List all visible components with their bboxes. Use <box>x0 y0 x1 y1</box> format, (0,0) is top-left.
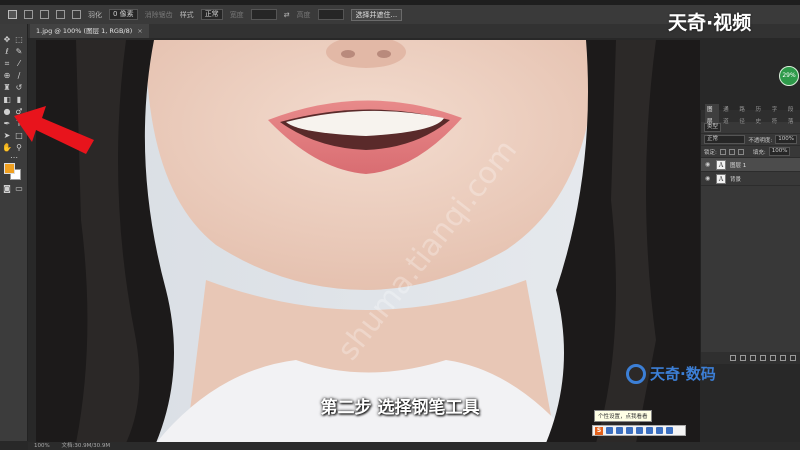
ime-settings-icon[interactable] <box>666 427 673 434</box>
watermark-circle-icon <box>626 363 646 384</box>
red-arrow-pointer <box>14 106 94 154</box>
brand-logo: 天奇·视频 <box>668 12 752 34</box>
ime-tools-icon[interactable] <box>656 427 663 434</box>
ime-skin-icon[interactable] <box>646 427 653 434</box>
sogou-icon[interactable]: S <box>595 426 603 435</box>
tooltip: 个性设置，点我看看 <box>594 410 652 422</box>
ime-punct-icon[interactable] <box>616 427 623 434</box>
progress-badge[interactable]: 29% <box>779 66 799 86</box>
video-subtitle: 第二步 选择钢笔工具 <box>320 398 480 418</box>
watermark-logo: 天奇·数码 <box>626 363 716 384</box>
ime-keyboard-icon[interactable] <box>636 427 643 434</box>
input-method-bar[interactable]: S <box>592 425 686 436</box>
ime-voice-icon[interactable] <box>626 427 633 434</box>
watermark-logo-text: 天奇·数码 <box>650 365 716 383</box>
watermark-text: shuma.tianqi.com <box>331 133 524 367</box>
ime-mode-icon[interactable] <box>606 427 613 434</box>
